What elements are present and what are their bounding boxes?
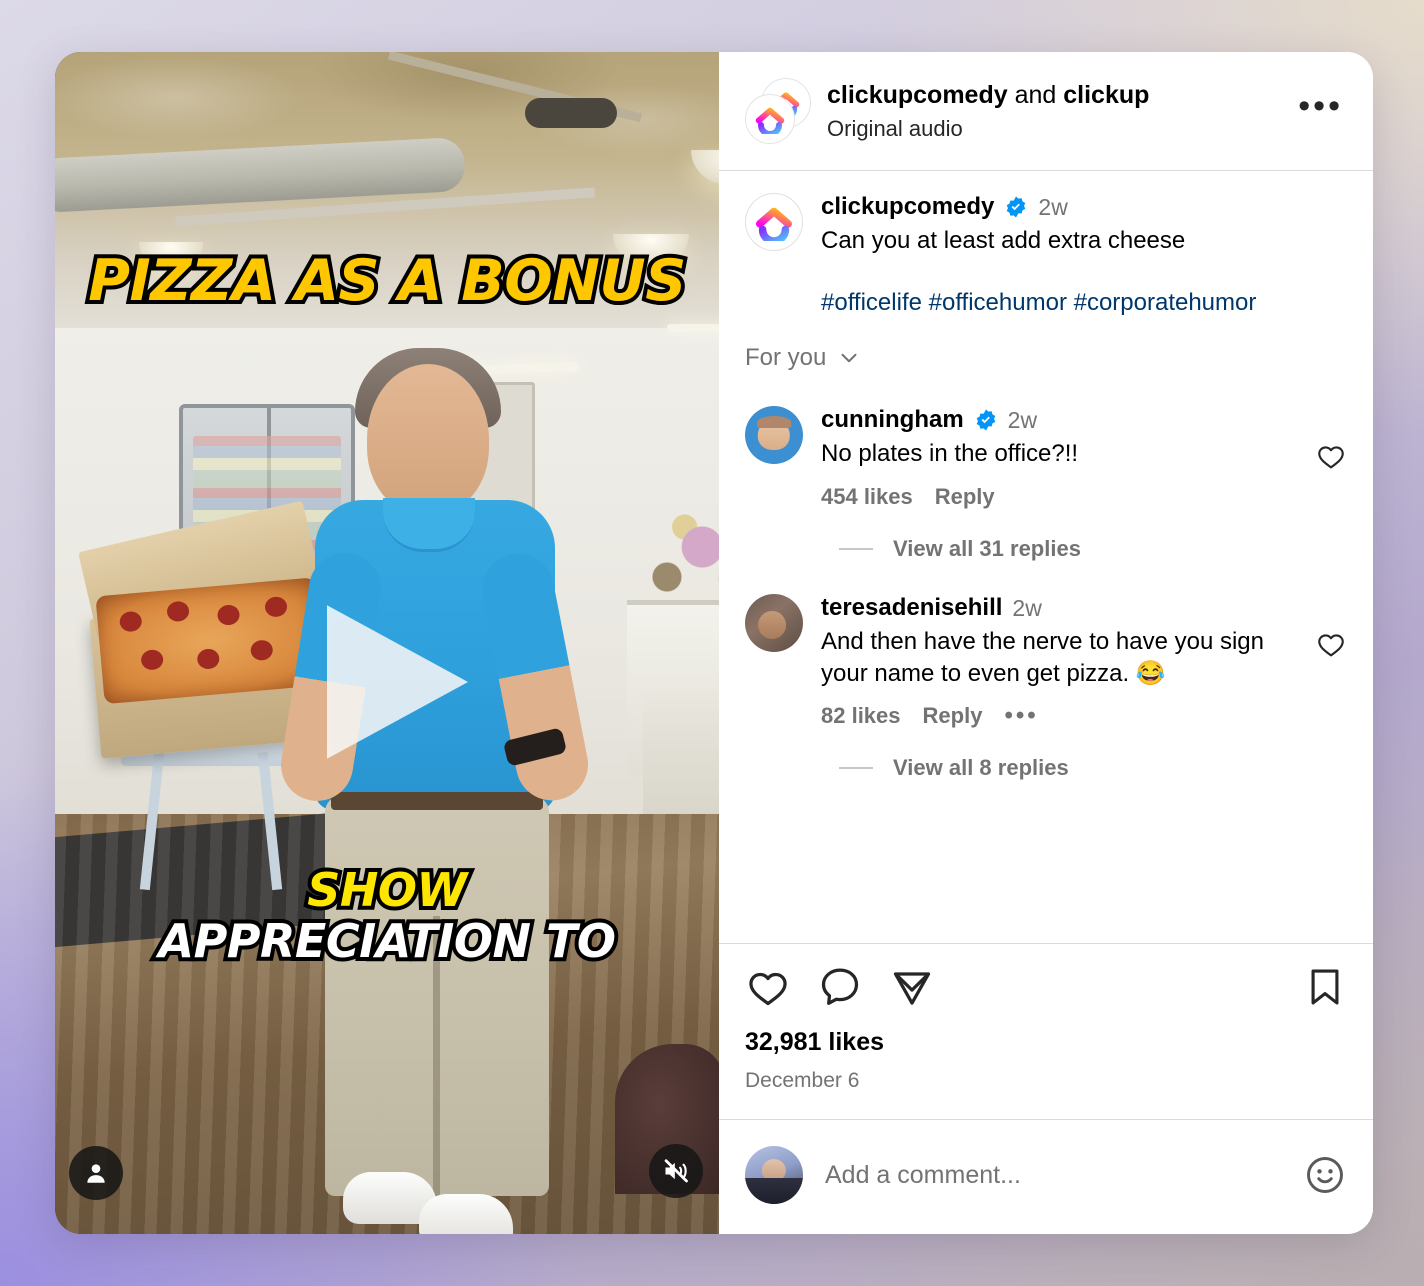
comment-likes[interactable]: 82 likes	[821, 703, 901, 729]
audio-user-secondary[interactable]: clickup	[1063, 81, 1149, 109]
comment-avatar[interactable]	[745, 406, 803, 465]
video-caption-bottom-line2: APPRECIATION TO	[154, 913, 620, 969]
add-comment-row	[719, 1120, 1373, 1234]
comment-username[interactable]: cunningham	[821, 406, 964, 434]
video-caption-bottom: SHOW APPRECIATION TO	[55, 863, 719, 969]
comment-options-button[interactable]: •••	[1004, 703, 1038, 728]
comments-filter-dropdown[interactable]: For you	[719, 318, 1373, 384]
clickup-logo-icon	[755, 207, 793, 241]
caption-timestamp: 2w	[1038, 193, 1068, 220]
heart-icon	[1318, 634, 1344, 657]
share-post-button[interactable]	[889, 964, 935, 1010]
audio-info: clickupcomedy and clickup Original audio	[827, 80, 1278, 142]
caption-username[interactable]: clickupcomedy	[821, 193, 994, 221]
replies-line	[839, 548, 873, 551]
post-date: December 6	[745, 1069, 860, 1092]
video-caption-top: PIZZA AS A BONUS	[84, 248, 690, 314]
like-post-button[interactable]	[745, 964, 791, 1010]
emoji-picker-button[interactable]	[1303, 1153, 1347, 1197]
view-replies-button[interactable]: View all 31 replies	[719, 510, 1373, 572]
comment-item: cunningham 2w No plates in the office?!!…	[719, 384, 1373, 510]
person-icon	[87, 1164, 105, 1183]
add-comment-input[interactable]	[825, 1160, 1281, 1190]
save-post-button[interactable]	[1303, 965, 1347, 1009]
heart-icon	[1318, 446, 1344, 469]
share-paperplane-icon	[893, 972, 931, 1005]
audio-user-primary[interactable]: clickupcomedy	[827, 81, 1008, 109]
post-details-panel: clickupcomedy and clickup Original audio…	[719, 52, 1373, 1234]
speaker-muted-icon	[664, 1159, 688, 1183]
comment-timestamp: 2w	[1012, 594, 1042, 621]
comment-likes[interactable]: 454 likes	[821, 484, 913, 510]
comment-reply-button[interactable]: Reply	[923, 703, 983, 729]
verified-badge-icon	[976, 409, 995, 431]
comment-text: No plates in the office?!!	[821, 440, 1079, 468]
comment-text: And then have the nerve to have you sign…	[821, 628, 1264, 687]
comments-section: clickupcomedy 2w Can you at least add ex…	[719, 171, 1373, 943]
video-caption-bottom-line1: SHOW	[303, 863, 471, 918]
audio-subtitle: Original audio	[827, 116, 963, 141]
video-player[interactable]: PIZZA AS A BONUS SHOW APPRECIATION TO	[55, 52, 719, 1234]
audio-title: clickupcomedy and clickup	[827, 80, 1278, 110]
audio-title-conjunction: and	[1007, 81, 1064, 109]
caption-text: Can you at least add extra cheese	[821, 227, 1186, 254]
chevron-down-icon	[841, 354, 857, 363]
caption-avatar[interactable]	[745, 193, 803, 251]
bookmark-icon	[1311, 969, 1339, 1005]
post-actions: 32,981 likes December 6	[719, 944, 1373, 1093]
tag-people-button[interactable]	[69, 1146, 123, 1200]
clickup-logo-primary	[745, 94, 795, 144]
heart-icon	[749, 972, 787, 1006]
comment-avatar[interactable]	[745, 594, 803, 653]
comment-post-button[interactable]	[817, 964, 863, 1010]
mute-button[interactable]	[649, 1144, 703, 1198]
audio-avatars[interactable]	[745, 78, 811, 144]
verified-badge-icon	[1007, 196, 1026, 218]
comment-like-button[interactable]	[1315, 594, 1347, 660]
comment-item: teresadenisehill 2w And then have the ne…	[719, 572, 1373, 729]
replies-line	[839, 767, 873, 770]
view-replies-label: View all 8 replies	[893, 755, 1069, 781]
comments-filter-label: For you	[745, 344, 827, 372]
post-header: clickupcomedy and clickup Original audio…	[719, 52, 1373, 170]
comment-username[interactable]: teresadenisehill	[821, 594, 1002, 622]
likes-count[interactable]: 32,981 likes	[745, 1028, 1347, 1057]
emoji-smiley-icon	[1307, 1157, 1343, 1193]
caption-hashtags[interactable]: #officelife #officehumor #corporatehumor	[821, 287, 1347, 319]
view-replies-button[interactable]: View all 8 replies	[719, 729, 1373, 791]
comment-reply-button[interactable]: Reply	[935, 484, 995, 510]
instagram-post-card: PIZZA AS A BONUS SHOW APPRECIATION TO cl…	[55, 52, 1373, 1234]
comment-like-button[interactable]	[1315, 406, 1347, 472]
post-caption: clickupcomedy 2w Can you at least add ex…	[719, 171, 1373, 318]
clickup-logo-icon	[755, 107, 785, 134]
current-user-avatar[interactable]	[745, 1146, 803, 1204]
comment-bubble-icon	[821, 968, 859, 1005]
view-replies-label: View all 31 replies	[893, 536, 1081, 562]
comment-timestamp: 2w	[1007, 406, 1038, 433]
post-options-button[interactable]: •••	[1294, 89, 1347, 132]
